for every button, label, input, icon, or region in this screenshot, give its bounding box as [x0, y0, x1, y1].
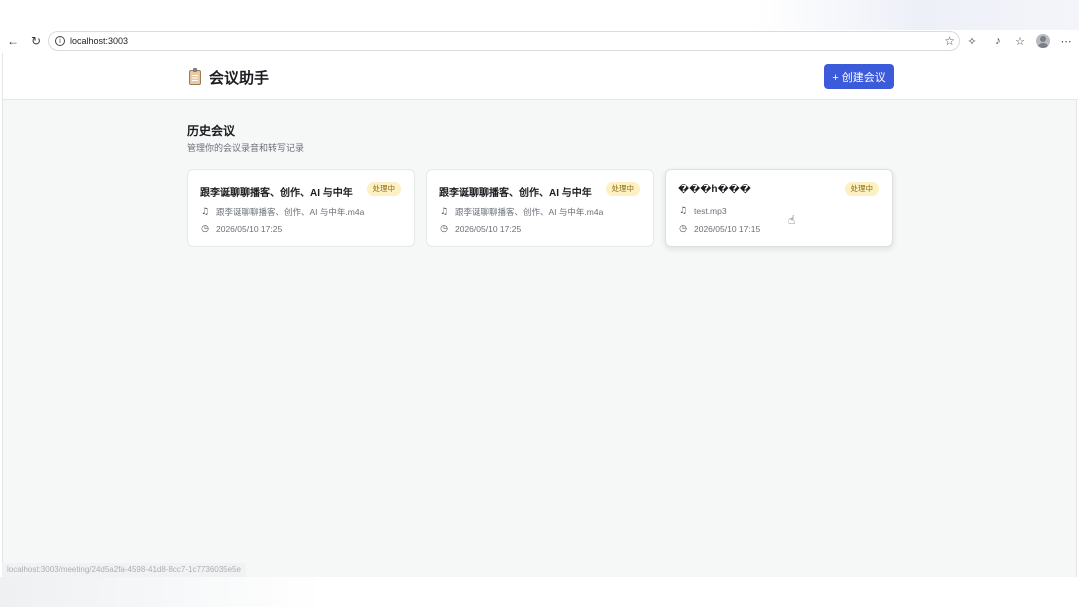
clock-icon: ◷: [440, 224, 448, 234]
meeting-date-text: 2026/05/10 17:15: [694, 224, 761, 234]
meeting-file: ♫ 跟李诞聊聊播客、创作、AI 与中年.m4a: [439, 206, 603, 218]
address-bar[interactable]: i localhost:3003 ☆: [48, 31, 960, 51]
url-text[interactable]: localhost:3003: [70, 36, 128, 46]
meeting-card[interactable]: 跟李诞聊聊播客、创作、AI 与中年 处理中 ♫ 跟李诞聊聊播客、创作、AI 与中…: [187, 169, 415, 247]
taskbar-strip: [0, 577, 1079, 607]
browser-toolbar: ← ↻ i localhost:3003 ☆ ✧ ♪ ☆ ⋯: [0, 30, 1079, 52]
music-note-icon: ♫: [200, 207, 210, 217]
meeting-date-text: 2026/05/10 17:25: [216, 224, 283, 234]
status-badge: 处理中: [605, 182, 640, 196]
create-meeting-button[interactable]: + 创建会议: [824, 64, 894, 89]
star-icon[interactable]: ☆: [944, 34, 955, 48]
clock-icon: ◷: [201, 224, 209, 234]
status-badge: 处理中: [366, 182, 401, 196]
meeting-card[interactable]: 跟李诞聊聊播客、创作、AI 与中年 处理中 ♫ 跟李诞聊聊播客、创作、AI 与中…: [426, 169, 654, 247]
app-header: 会议助手 + 创建会议: [3, 53, 1078, 100]
reload-icon[interactable]: ↻: [26, 31, 46, 51]
meeting-file-name: 跟李诞聊聊播客、创作、AI 与中年.m4a: [455, 207, 604, 217]
meeting-date: ◷ 2026/05/10 17:15: [678, 224, 760, 234]
status-bar-url: localhost:3003/meeting/24d5a2fa-4598-41d…: [2, 563, 246, 577]
brand: 会议助手: [189, 67, 269, 88]
meeting-file: ♫ test.mp3: [678, 206, 727, 216]
clipboard-icon: [189, 68, 201, 85]
read-aloud-icon[interactable]: ♪: [988, 31, 1008, 51]
meeting-date-text: 2026/05/10 17:25: [455, 224, 522, 234]
status-badge: 处理中: [844, 182, 879, 196]
clock-icon: ◷: [679, 224, 687, 234]
hand-cursor-icon: ☝: [788, 213, 796, 227]
info-icon[interactable]: i: [55, 36, 65, 46]
meeting-card[interactable]: ���h��� 处理中 ♫ test.mp3 ◷ 2026/05/10 17:1…: [665, 169, 893, 247]
meeting-title: 跟李诞聊聊播客、创作、AI 与中年: [200, 188, 353, 199]
section-subtitle: 管理你的会议录音和转写记录: [187, 143, 305, 153]
music-note-icon: ♫: [678, 206, 688, 216]
section-title: 历史会议: [187, 124, 236, 138]
meeting-file-name: test.mp3: [694, 206, 727, 216]
arrow-left-icon[interactable]: ←: [3, 31, 23, 51]
page-viewport: 会议助手 + 创建会议 历史会议 管理你的会议录音和转写记录 跟李诞聊聊播客、创…: [2, 53, 1078, 577]
music-note-icon: ♫: [439, 207, 449, 217]
meeting-title: ���h���: [678, 184, 751, 195]
more-icon[interactable]: ⋯: [1056, 31, 1076, 51]
page-title: 会议助手: [209, 70, 270, 87]
meeting-date: ◷ 2026/05/10 17:25: [200, 224, 282, 234]
meeting-file: ♫ 跟李诞聊聊播客、创作、AI 与中年.m4a: [200, 206, 364, 218]
meeting-date: ◷ 2026/05/10 17:25: [439, 224, 521, 234]
favorites-icon[interactable]: ☆: [1010, 31, 1030, 51]
meeting-title: 跟李诞聊聊播客、创作、AI 与中年: [439, 188, 592, 199]
avatar-icon[interactable]: [1033, 31, 1053, 51]
browser-tab-strip: [0, 0, 1079, 30]
puzzle-icon[interactable]: ✧: [962, 31, 982, 51]
meeting-file-name: 跟李诞聊聊播客、创作、AI 与中年.m4a: [216, 207, 365, 217]
